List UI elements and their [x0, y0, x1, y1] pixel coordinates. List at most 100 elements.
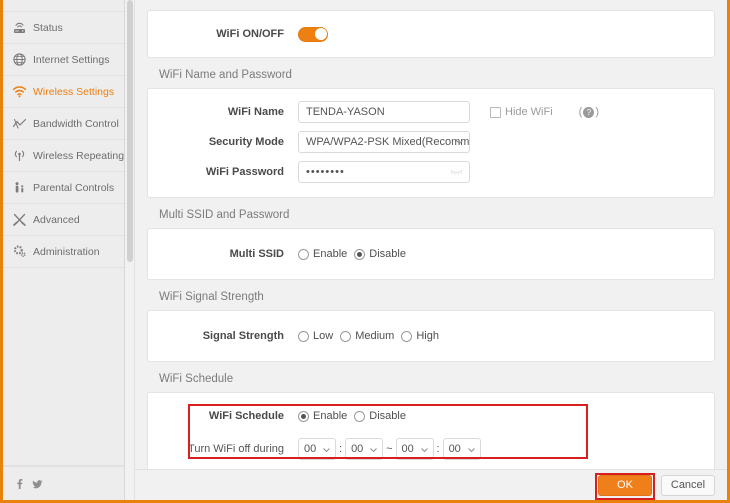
- wifi-schedule-disable-label: Disable: [369, 410, 406, 422]
- hide-wifi-option[interactable]: Hide WiFi: [490, 106, 553, 118]
- signal-strength-radio-high[interactable]: [401, 331, 412, 342]
- start-minute-select[interactable]: 00: [345, 438, 383, 460]
- signal-strength-radio-medium[interactable]: [340, 331, 351, 342]
- start-minute-value: 00: [351, 443, 363, 455]
- section-title-wifi-name-password: WiFi Name and Password: [147, 58, 715, 88]
- start-hour-value: 00: [304, 443, 316, 455]
- hide-wifi-help[interactable]: ( ? ): [579, 106, 599, 118]
- main-content: WiFi ON/OFF WiFi Name and Password WiFi …: [135, 0, 727, 500]
- wifi-name-row: WiFi Name Hide WiFi ( ? ): [148, 97, 714, 127]
- multi-ssid-option-enable[interactable]: Enable: [298, 248, 347, 260]
- sidebar-filler: [3, 268, 124, 466]
- chevron-down-icon: [421, 448, 428, 452]
- question-mark-icon[interactable]: ?: [583, 107, 594, 118]
- eye-closed-icon[interactable]: [450, 167, 463, 176]
- sidebar-item-administration[interactable]: Administration: [3, 236, 124, 268]
- wifi-name-input[interactable]: [298, 101, 470, 123]
- section-title-multi-ssid: Multi SSID and Password: [147, 198, 715, 228]
- sidebar-item-label: Wireless Repeating: [33, 150, 124, 162]
- security-mode-value: WPA/WPA2-PSK Mixed(Recommen: [306, 136, 470, 148]
- signal-strength-option-medium[interactable]: Medium: [340, 330, 394, 342]
- sidebar-item-bandwidth-control[interactable]: Bandwidth Control: [3, 108, 124, 140]
- end-hour-select[interactable]: 00: [396, 438, 434, 460]
- router-status-icon: [12, 20, 27, 35]
- tools-icon: [12, 212, 27, 227]
- end-hour-value: 00: [402, 443, 414, 455]
- time-range-tilde: ~: [386, 443, 392, 455]
- wifi-icon: [12, 84, 27, 99]
- settings-scroll-area: WiFi ON/OFF WiFi Name and Password WiFi …: [135, 0, 727, 469]
- end-minute-value: 00: [449, 443, 461, 455]
- wifi-name-label: WiFi Name: [148, 106, 298, 118]
- chart-line-icon: [12, 116, 27, 131]
- toggle-knob: [315, 28, 327, 40]
- wifi-power-toggle[interactable]: [298, 27, 328, 42]
- multi-ssid-radio-enable[interactable]: [298, 249, 309, 260]
- ok-button[interactable]: OK: [598, 475, 652, 496]
- sidebar-item-wireless-settings[interactable]: Wireless Settings: [3, 76, 124, 108]
- time-range-group: 00 : 00 ~ 00 :: [298, 438, 481, 460]
- multi-ssid-label: Multi SSID: [148, 248, 298, 260]
- wifi-schedule-option-enable[interactable]: Enable: [298, 410, 347, 422]
- multi-ssid-row: Multi SSID Enable Disable: [148, 240, 714, 268]
- twitter-icon[interactable]: [32, 478, 43, 490]
- time-colon-1: :: [339, 443, 342, 455]
- signal-strength-label: Signal Strength: [148, 330, 298, 342]
- wifi-schedule-row: WiFi Schedule Enable Disable: [148, 403, 714, 429]
- sidebar-item-label: Administration: [33, 246, 100, 258]
- sidebar-social-footer: [3, 466, 124, 500]
- cancel-button[interactable]: Cancel: [661, 475, 715, 496]
- time-colon-2: :: [437, 443, 440, 455]
- multi-ssid-disable-label: Disable: [369, 248, 406, 260]
- paren-close: ): [595, 106, 599, 118]
- sidebar-item-parental-controls[interactable]: Parental Controls: [3, 172, 124, 204]
- signal-strength-medium-label: Medium: [355, 330, 394, 342]
- sidebar-item-internet-settings[interactable]: Internet Settings: [3, 44, 124, 76]
- sidebar-item-advanced[interactable]: Advanced: [3, 204, 124, 236]
- form-button-bar: OK Cancel: [135, 469, 727, 500]
- wifi-password-input[interactable]: ••••••••: [298, 161, 470, 183]
- multi-ssid-radio-disable[interactable]: [354, 249, 365, 260]
- sidebar-item-label: Bandwidth Control: [33, 118, 119, 130]
- wifi-power-row: WiFi ON/OFF: [148, 20, 714, 48]
- sidebar-item-wireless-repeating[interactable]: Wireless Repeating: [3, 140, 124, 172]
- signal-strength-option-low[interactable]: Low: [298, 330, 333, 342]
- wifi-schedule-radio-enable[interactable]: [298, 411, 309, 422]
- turn-wifi-off-label: Turn WiFi off during: [148, 443, 298, 455]
- end-minute-select[interactable]: 00: [443, 438, 481, 460]
- signal-strength-radio-low[interactable]: [298, 331, 309, 342]
- facebook-icon[interactable]: [14, 478, 25, 490]
- multi-ssid-card: Multi SSID Enable Disable: [147, 228, 715, 280]
- chevron-down-icon: [370, 448, 377, 452]
- multi-ssid-option-disable[interactable]: Disable: [354, 248, 406, 260]
- page-scrollbar[interactable]: [125, 0, 135, 500]
- sidebar-item-label: Advanced: [33, 214, 80, 226]
- sidebar-item-label: Wireless Settings: [33, 86, 114, 98]
- turn-wifi-off-row: Turn WiFi off during 00 : 00 ~: [148, 432, 714, 466]
- security-mode-row: Security Mode WPA/WPA2-PSK Mixed(Recomme…: [148, 127, 714, 157]
- start-hour-select[interactable]: 00: [298, 438, 336, 460]
- globe-icon: [12, 52, 27, 67]
- section-title-signal-strength: WiFi Signal Strength: [147, 280, 715, 310]
- hide-wifi-checkbox[interactable]: [490, 107, 501, 118]
- sidebar-item-label: Status: [33, 22, 63, 34]
- chevron-down-icon: [468, 448, 475, 452]
- sidebar-item-label: Internet Settings: [33, 54, 109, 66]
- scrollbar-thumb[interactable]: [127, 0, 133, 262]
- wifi-power-label: WiFi ON/OFF: [148, 28, 298, 40]
- signal-strength-row: Signal Strength Low Medium High: [148, 322, 714, 350]
- sidebar-item-status[interactable]: Status: [3, 12, 124, 44]
- wifi-schedule-card: WiFi Schedule Enable Disable Turn WiFi o…: [147, 392, 715, 469]
- signal-strength-option-high[interactable]: High: [401, 330, 439, 342]
- chevron-down-icon: [323, 448, 330, 452]
- hide-wifi-label: Hide WiFi: [505, 106, 553, 118]
- wifi-name-password-card: WiFi Name Hide WiFi ( ? ) Security Mode: [147, 88, 715, 198]
- signal-strength-high-label: High: [416, 330, 439, 342]
- sidebar-nav: Status Internet Settings: [3, 0, 125, 500]
- wifi-schedule-radio-disable[interactable]: [354, 411, 365, 422]
- wifi-password-label: WiFi Password: [148, 166, 298, 178]
- gear-icon: [12, 244, 27, 259]
- security-mode-select[interactable]: WPA/WPA2-PSK Mixed(Recommen: [298, 131, 470, 153]
- wifi-schedule-option-disable[interactable]: Disable: [354, 410, 406, 422]
- wifi-password-field-wrap: ••••••••: [298, 161, 470, 183]
